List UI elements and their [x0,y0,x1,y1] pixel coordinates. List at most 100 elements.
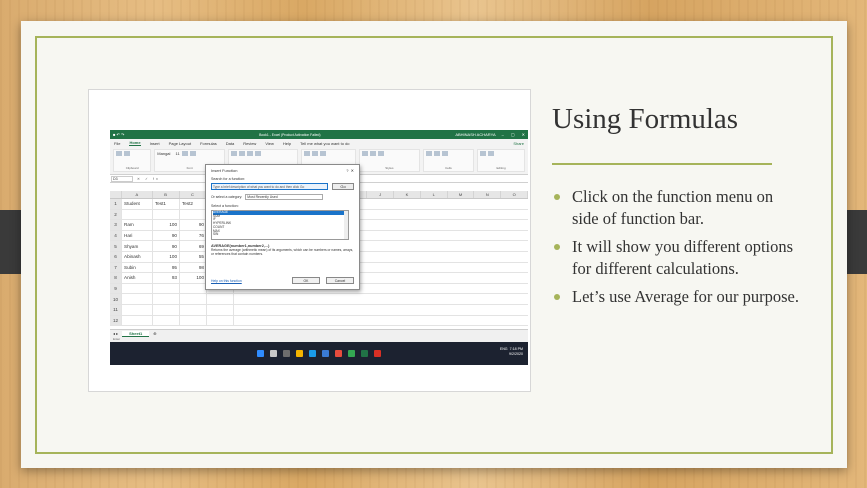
minimize-icon[interactable]: – [502,132,504,137]
row-number[interactable]: 3 [110,220,122,230]
cell[interactable]: Anish [122,273,153,283]
function-list[interactable]: AVERAGE SUM IF HYPERLINK COUNT MAX SIN [211,210,349,240]
share-button[interactable]: Share [513,141,524,146]
tab-view[interactable]: View [265,141,274,146]
add-sheet-icon[interactable]: ⊕ [153,331,156,336]
function-search-input[interactable]: Type a brief description of what you wan… [211,183,328,190]
excel-icon[interactable] [361,350,368,357]
acrobat-icon[interactable] [374,350,381,357]
row-number[interactable]: 2 [110,209,122,220]
empty-cells[interactable] [234,294,514,304]
font-size-select[interactable]: 11 [176,151,180,156]
cell[interactable]: 55 [180,251,207,262]
row-number[interactable]: 6 [110,251,122,262]
cell[interactable]: Subin [122,262,153,273]
save-icon[interactable]: ■ ↶ ↷ [113,132,124,137]
tell-me-search[interactable]: Tell me what you want to do [300,141,349,146]
group-clipboard: Clipboard [113,149,152,172]
name-box[interactable]: D3 [111,175,133,182]
sheet-nav-icon[interactable]: ◂ ▸ [113,331,118,336]
cell[interactable]: Abinash [122,251,153,262]
cell[interactable]: Ram [122,220,153,230]
cancel-button[interactable]: Cancel [326,277,354,284]
cell[interactable] [207,304,234,315]
cell[interactable]: 90 [153,230,180,241]
sheet-tab[interactable]: Sheet1 [122,330,150,337]
mail-icon[interactable] [335,350,342,357]
edge-icon[interactable] [309,350,316,357]
cell[interactable]: 95 [153,262,180,273]
cell[interactable]: 69 [180,241,207,251]
cell[interactable] [153,315,180,326]
tray-time[interactable]: 7:18 PM [510,347,523,351]
tray-language[interactable]: ENG [500,347,508,351]
tab-home[interactable]: Home [129,140,141,146]
tab-formulas[interactable]: Formulas [200,141,217,146]
cell[interactable] [180,304,207,315]
go-button[interactable]: Go [332,183,354,190]
row-number[interactable]: 9 [110,283,122,294]
cell[interactable]: Shyam [122,241,153,251]
cell[interactable] [153,283,180,294]
start-icon[interactable] [257,350,264,357]
cell[interactable]: Student [122,199,153,209]
cell[interactable]: 98 [180,262,207,273]
ok-button[interactable]: OK [292,277,320,284]
search-icon[interactable] [270,350,277,357]
row-number[interactable]: 8 [110,273,122,283]
task-view-icon[interactable] [283,350,290,357]
cell[interactable] [122,294,153,304]
row-number[interactable]: 10 [110,294,122,304]
cell[interactable] [153,294,180,304]
tab-file[interactable]: File [114,141,120,146]
close-icon[interactable]: ✕ [522,132,525,137]
cell[interactable] [122,209,153,220]
tab-review[interactable]: Review [243,141,256,146]
empty-cells[interactable] [234,316,514,326]
row-number[interactable]: 7 [110,262,122,273]
tab-data[interactable]: Data [226,141,234,146]
row-number[interactable]: 11 [110,304,122,315]
cell[interactable] [122,283,153,294]
tab-insert[interactable]: Insert [150,141,160,146]
cell[interactable]: 90 [153,241,180,251]
cell[interactable]: Test1 [153,199,180,209]
store-icon[interactable] [322,350,329,357]
file-explorer-icon[interactable] [296,350,303,357]
cell[interactable] [153,209,180,220]
tab-page-layout[interactable]: Page Layout [169,141,191,146]
tab-help[interactable]: Help [283,141,291,146]
row-number[interactable]: 4 [110,230,122,241]
cell[interactable] [122,315,153,326]
cell[interactable] [180,283,207,294]
maximize-icon[interactable]: ▢ [511,132,515,137]
search-label: Search for a function: [211,177,246,181]
cell[interactable]: Hari [122,230,153,241]
cell[interactable]: 93 [153,273,180,283]
category-select[interactable]: Most Recently Used [245,194,324,200]
insert-function-icon[interactable]: ✕ ✓ fx [137,177,160,181]
cell[interactable] [122,304,153,315]
cell[interactable]: 100 [180,273,207,283]
empty-cells[interactable] [234,305,514,315]
cell[interactable] [207,315,234,326]
cell[interactable]: 100 [153,251,180,262]
function-item[interactable]: SIN [213,233,348,237]
cell[interactable]: 90 [180,220,207,230]
row-number[interactable]: 1 [110,199,122,209]
cell[interactable] [207,294,234,304]
cell[interactable] [180,315,207,326]
cell[interactable]: 100 [153,220,180,230]
cell[interactable] [180,294,207,304]
list-scrollbar[interactable] [344,211,348,239]
help-link[interactable]: Help on this function [211,279,286,283]
dialog-close-icon[interactable]: ? ✕ [346,168,354,173]
cell[interactable]: 76 [180,230,207,241]
cell[interactable] [153,304,180,315]
chrome-icon[interactable] [348,350,355,357]
cell[interactable] [180,209,207,220]
row-number[interactable]: 12 [110,315,122,326]
cell[interactable]: Test2 [180,199,207,209]
row-number[interactable]: 5 [110,241,122,251]
font-name-select[interactable]: Mangal [157,151,170,156]
